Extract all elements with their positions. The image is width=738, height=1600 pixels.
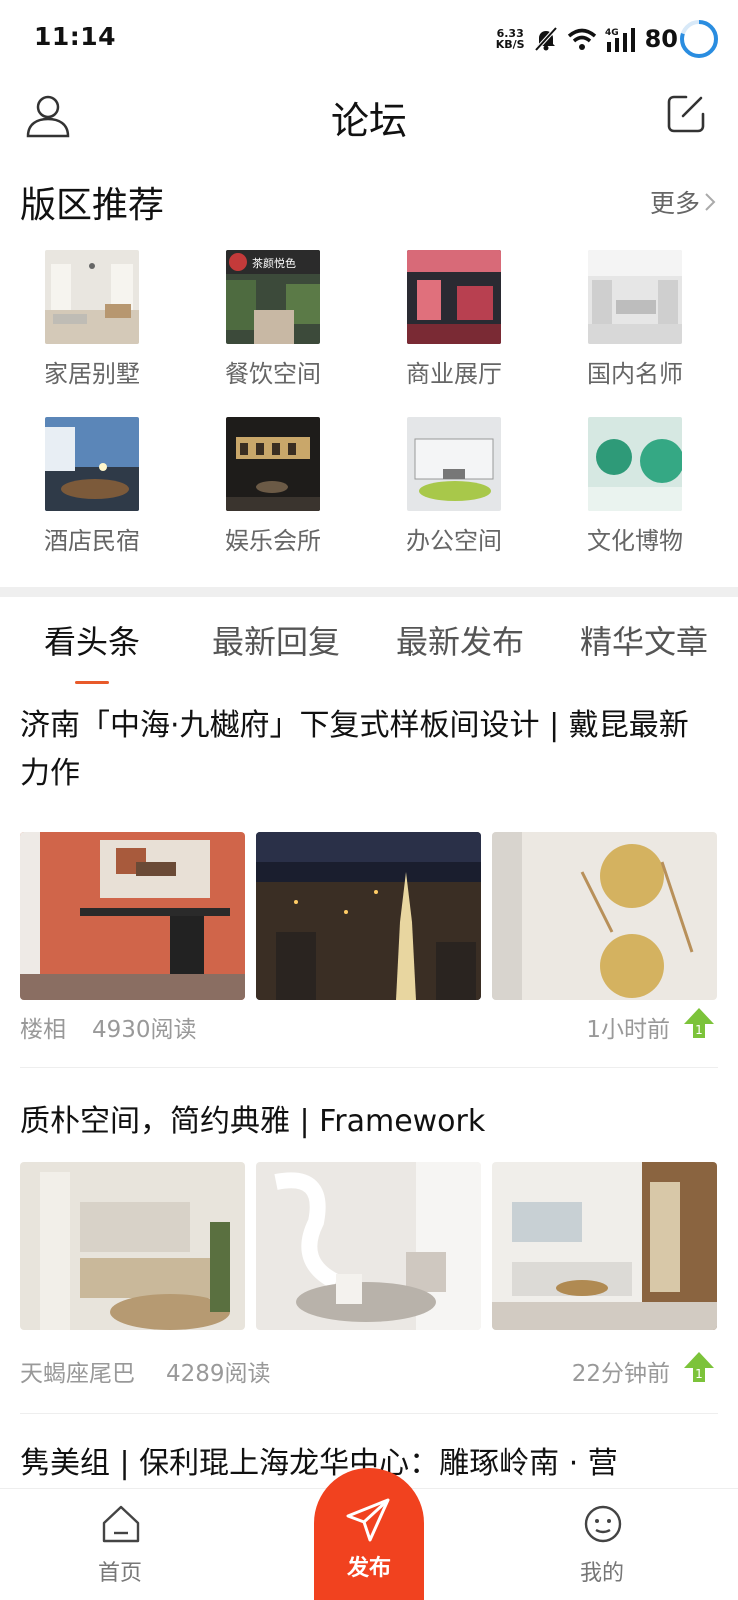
section-header: 版区推荐 更多 [0, 168, 738, 228]
category-thumbnail [45, 250, 139, 344]
article-time: 22分钟前 [571, 1361, 670, 1387]
article-tabs: 看头条 最新回复 最新发布 精华文章 [0, 605, 738, 685]
svg-text:1: 1 [695, 1023, 703, 1037]
category-thumbnail [407, 417, 501, 511]
svg-text:1: 1 [695, 1367, 703, 1381]
section-title: 版区推荐 [20, 185, 165, 226]
article-images [20, 832, 718, 1000]
nav-home[interactable]: 首页 [60, 1489, 180, 1600]
category-thumbnail [588, 250, 682, 344]
article-divider [20, 1413, 718, 1414]
mute-bell-icon [534, 26, 558, 52]
wifi-icon [567, 28, 596, 50]
category-item[interactable]: 酒店民宿 [0, 417, 184, 577]
article-reads: 4289阅读 [166, 1361, 271, 1387]
category-label: 酒店民宿 [44, 527, 140, 555]
tab-latest-posts[interactable]: 最新发布 [368, 617, 552, 663]
tab-latest-replies[interactable]: 最新回复 [184, 617, 368, 663]
more-label: 更多 [649, 189, 700, 218]
category-item[interactable]: 茶颜悦色 餐饮空间 [181, 250, 365, 410]
chevron-right-icon [705, 193, 716, 211]
article-time: 1小时前 [586, 1017, 670, 1043]
article-card[interactable]: 济南「中海·九樾府」下复式样板间设计 | 戴昆最新力作 楼相 4930阅读 1小… [20, 702, 718, 1068]
article-meta: 天蝎座尾巴 4289阅读 22分钟前 1 [20, 1350, 718, 1390]
category-thumbnail-text: 茶颜悦色 [252, 256, 296, 270]
category-label: 餐饮空间 [225, 360, 321, 388]
article-title: 济南「中海·九樾府」下复式样板间设计 | 戴昆最新力作 [20, 708, 689, 791]
category-label: 娱乐会所 [225, 527, 321, 555]
article-meta: 楼相 4930阅读 1小时前 1 [20, 1006, 718, 1046]
category-thumbnail [407, 250, 501, 344]
nav-mine-label: 我的 [579, 1561, 624, 1586]
category-label: 商业展厅 [406, 360, 502, 388]
article-image [20, 832, 245, 1000]
category-item[interactable]: 家居别墅 [0, 250, 184, 410]
article-reads: 4930阅读 [92, 1017, 197, 1043]
category-label: 办公空间 [406, 527, 502, 555]
smiley-face-icon [584, 1505, 622, 1543]
category-label: 文化博物 [587, 527, 683, 555]
battery-ring-icon [680, 20, 718, 58]
category-thumbnail [226, 417, 320, 511]
tab-featured-articles[interactable]: 精华文章 [552, 617, 736, 663]
publish-label: 发布 [346, 1556, 391, 1581]
article-author: 天蝎座尾巴 [20, 1361, 135, 1387]
category-item[interactable]: 文化博物 [543, 417, 727, 577]
network-type: 4G [605, 28, 619, 38]
category-grid: 家居别墅 茶颜悦色 餐饮空间 商业展厅 国内名师 酒店民宿 娱乐会所 办公空间 … [0, 250, 738, 570]
category-item[interactable]: 国内名师 [543, 250, 727, 410]
publish-button[interactable]: 发布 [314, 1468, 424, 1600]
status-time: 11:14 [34, 22, 117, 51]
nav-home-label: 首页 [97, 1561, 142, 1586]
status-icons: 6.33 KB/S 4G 80 [496, 22, 678, 56]
paper-plane-icon [346, 1498, 390, 1542]
signal-icon: 4G [605, 28, 635, 52]
category-thumbnail [588, 417, 682, 511]
battery-level: 80 [644, 25, 678, 53]
nav-mine[interactable]: 我的 [542, 1489, 662, 1600]
article-image [20, 1162, 245, 1330]
section-divider [0, 587, 738, 597]
upvote-arrow-icon[interactable]: 1 [682, 1006, 716, 1040]
upvote-arrow-icon[interactable]: 1 [682, 1350, 716, 1384]
network-speed: 6.33 KB/S [495, 27, 525, 51]
article-images [20, 1162, 718, 1330]
category-item[interactable]: 娱乐会所 [181, 417, 365, 577]
tab-headlines[interactable]: 看头条 [0, 617, 184, 663]
category-thumbnail: 茶颜悦色 [226, 250, 320, 344]
article-image [492, 1162, 717, 1330]
category-label: 家居别墅 [44, 360, 140, 388]
article-card[interactable]: 质朴空间，简约典雅 | Framework 天蝎座尾巴 4289阅读 22分钟前… [20, 1098, 718, 1438]
category-thumbnail [45, 417, 139, 511]
article-image [256, 832, 481, 1000]
active-tab-indicator [75, 681, 109, 684]
more-link[interactable]: 更多 [650, 184, 716, 220]
edit-icon[interactable] [666, 94, 706, 134]
category-item[interactable]: 办公空间 [362, 417, 546, 577]
article-author: 楼相 [20, 1017, 66, 1043]
status-bar: 11:14 6.33 KB/S 4G 80 [0, 0, 738, 80]
page-title: 论坛 [330, 99, 407, 143]
article-title: 质朴空间，简约典雅 | Framework [20, 1104, 486, 1139]
category-item[interactable]: 商业展厅 [362, 250, 546, 410]
category-label: 国内名师 [587, 360, 683, 388]
article-image [256, 1162, 481, 1330]
article-image [492, 832, 717, 1000]
top-bar: 论坛 [0, 80, 738, 176]
article-divider [20, 1067, 718, 1068]
home-icon [102, 1505, 140, 1543]
